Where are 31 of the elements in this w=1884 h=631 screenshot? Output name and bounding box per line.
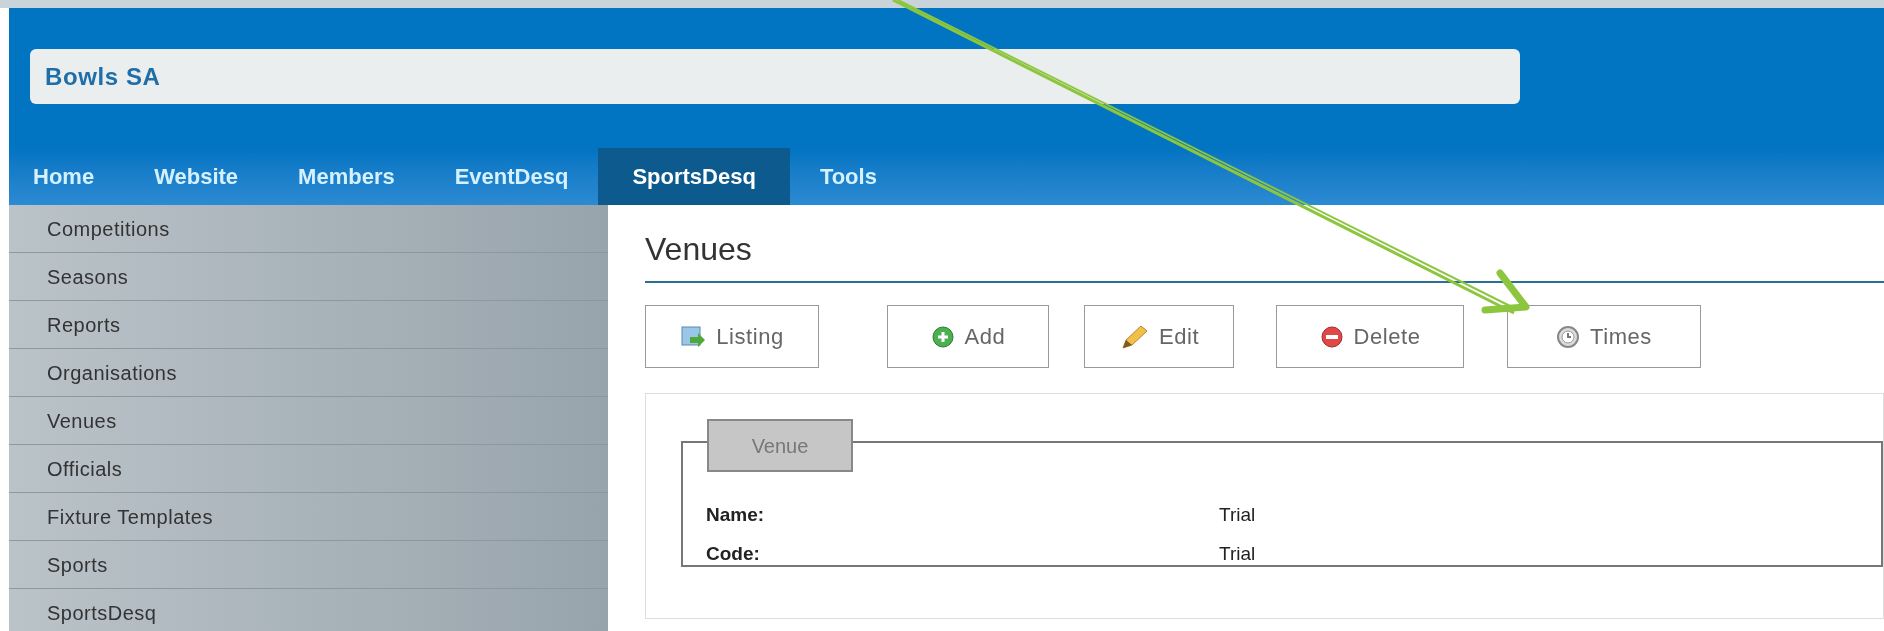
- times-button[interactable]: Times: [1507, 305, 1701, 368]
- field-value: Trial: [1219, 503, 1256, 527]
- clock-icon: [1556, 324, 1581, 349]
- nav-tab[interactable]: Tools: [789, 148, 907, 205]
- add-button[interactable]: Add: [887, 305, 1049, 368]
- plus-circle-icon: [930, 324, 955, 349]
- nav-tab[interactable]: Website: [124, 148, 269, 205]
- sidebar-item[interactable]: Officials: [9, 445, 608, 493]
- fieldset-legend: Venue: [707, 419, 853, 472]
- sidebar-item[interactable]: Reports: [9, 301, 608, 349]
- field-value: Trial: [1219, 541, 1256, 566]
- sidebar-item[interactable]: Sports: [9, 541, 608, 589]
- sidebar-item[interactable]: Venues: [9, 397, 608, 445]
- sidebar-item[interactable]: SportsDesq: [9, 589, 608, 631]
- page-title: Venues: [645, 230, 753, 269]
- nav-tab[interactable]: EventDesq: [424, 148, 599, 205]
- listing-button[interactable]: Listing: [645, 305, 819, 368]
- sidebar-item[interactable]: Fixture Templates: [9, 493, 608, 541]
- field-label: Name:: [706, 503, 766, 527]
- nav-tab[interactable]: Home: [9, 148, 125, 205]
- nav-tab[interactable]: Members: [268, 148, 425, 205]
- edit-button[interactable]: Edit: [1084, 305, 1234, 368]
- minus-circle-icon: [1319, 324, 1344, 349]
- delete-button[interactable]: Delete: [1276, 305, 1464, 368]
- nav-tab[interactable]: SportsDesq: [598, 148, 790, 205]
- site-title: Bowls SA: [45, 61, 161, 92]
- sidebar-item[interactable]: Competitions: [9, 205, 608, 253]
- sidebar-item[interactable]: Seasons: [9, 253, 608, 301]
- field-label: Code:: [706, 541, 761, 566]
- document-arrow-icon: [680, 324, 707, 349]
- sidebar-item[interactable]: Organisations: [9, 349, 608, 397]
